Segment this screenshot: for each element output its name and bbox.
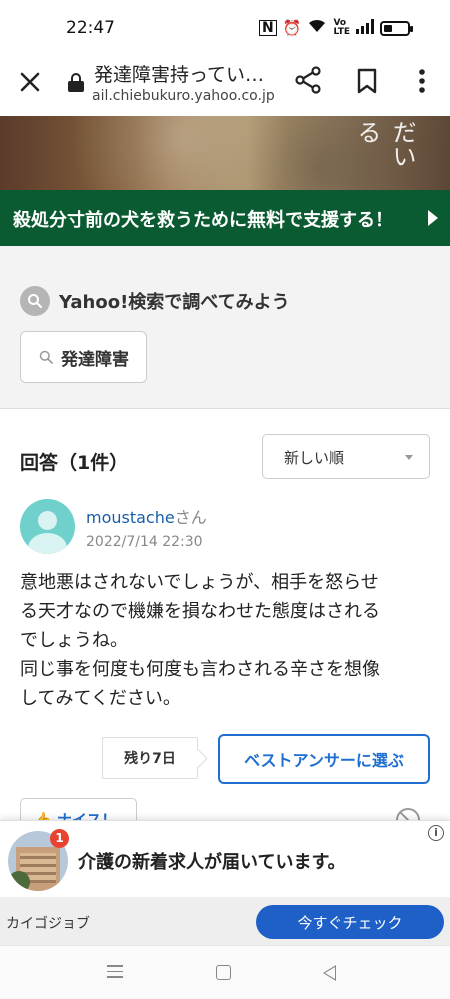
search-keyword-chip[interactable]: 発達障害 [20,331,147,383]
volte-icon: Vo LTE [333,18,350,37]
sort-select[interactable]: 新しい順 [262,434,430,479]
share-button[interactable] [294,66,322,94]
share-icon [295,66,321,94]
sort-label: 新しい順 [284,449,345,467]
home-icon[interactable] [216,965,231,980]
page-domain[interactable]: ail.chiebukuro.yahoo.co.jp [92,88,274,104]
search-icon [20,286,50,316]
related-search-section: Yahoo!検索で調べてみよう 発達障害 [0,246,450,409]
ad-info-icon[interactable]: i [428,825,444,841]
avatar[interactable] [20,499,75,554]
battery-icon [380,20,413,36]
signal-icon [356,18,374,38]
overflow-menu-button[interactable] [410,68,434,96]
answer-body: 意地悪はされないでしょうが、相手を怒らせ る天才なので機嫌を損なわせた態度はされ… [20,568,430,713]
browser-toolbar: 発達障害持ってい… ail.chiebukuro.yahoo.co.jp [0,56,450,116]
wifi-icon [307,18,327,38]
play-arrow-icon [428,210,438,226]
ad-cta-button[interactable]: 今すぐチェック [256,905,444,939]
ad-headline[interactable]: 介護の新着求人が届いています。 [78,848,346,874]
answer-author: moustacheさん [86,504,207,528]
bookmark-button[interactable] [356,68,378,94]
ad-advertiser: カイゴジョブ [6,916,90,932]
answer-line: 同じ事を何度も何度も言わされる辛さを想像 [20,659,380,680]
search-heading-row: Yahoo!検索で調べてみよう [20,286,290,316]
answers-section: 回答（1件） 新しい順 moustacheさん 2022/7/14 22:30 … [0,410,450,838]
status-bar: 22:47 N ⏰ Vo LTE [0,0,450,56]
answer-line: る天才なので機嫌を損なわせた態度はされる [20,601,380,622]
chevron-down-icon [405,455,413,460]
battery-fill [384,24,392,32]
answer-line: してみてください。 [20,688,181,709]
username-link[interactable]: moustache [86,508,175,527]
ad-banner[interactable]: i 1 介護の新着求人が届いています。 カイゴジョブ 今すぐチェック [0,820,450,946]
page-title[interactable]: 発達障害持ってい… [94,60,274,87]
banner-emphasis: 無料 [247,208,286,231]
alarm-icon: ⏰ [282,19,302,37]
answer-line: 意地悪はされないでしょうが、相手を怒らせ [20,572,379,593]
status-time: 22:47 [66,18,115,38]
notification-badge: 1 [50,829,69,848]
answer-line: でしょうね。 [20,630,128,651]
hero-image[interactable]: だいる [0,116,450,190]
close-icon [20,72,40,92]
ad-footer: カイゴジョブ 今すぐチェック [0,897,450,946]
nfc-icon: N [259,20,277,36]
system-nav-bar [0,945,450,999]
back-icon[interactable] [323,965,336,981]
search-chip-label: 発達障害 [61,349,129,370]
banner-text: 殺処分寸前の犬を救うために無料で支援する！ [13,208,394,231]
donation-banner[interactable]: 殺処分寸前の犬を救うために無料で支援する！ [0,190,450,246]
bookmark-icon [357,68,377,94]
search-icon [39,350,53,364]
hero-overlay-text: だいる [353,120,416,168]
close-button[interactable] [16,68,44,96]
search-heading: Yahoo!検索で調べてみよう [59,292,290,313]
status-icons: N ⏰ Vo LTE [259,18,413,38]
answers-heading: 回答（1件） [20,452,129,474]
more-vert-icon [419,69,425,93]
remaining-days-tag: 残り7日 [102,737,198,779]
best-answer-button[interactable]: ベストアンサーに選ぶ [218,734,430,784]
lock-icon [68,73,84,92]
recent-apps-icon[interactable] [107,965,123,979]
answer-timestamp: 2022/7/14 22:30 [86,534,203,550]
honorific: さん [174,508,207,527]
